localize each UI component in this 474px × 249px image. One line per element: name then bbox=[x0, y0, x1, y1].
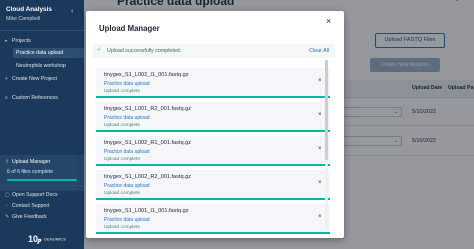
file-project-link[interactable]: Practice data upload bbox=[104, 149, 150, 155]
sidebar: Cloud Analysis Mike Campbell ‹ ▸ Projects… bbox=[0, 0, 84, 249]
file-card: tinygex_S1_L001_R2_001.fastq.gz Practice… bbox=[96, 102, 330, 132]
logo-suffix: GENOMICS bbox=[44, 237, 66, 242]
file-progress-bar bbox=[96, 96, 330, 98]
remove-file-icon[interactable]: × bbox=[318, 214, 322, 220]
upload-count: 6 of 6 files complete bbox=[7, 169, 54, 175]
upload-manager-text: Upload Manager bbox=[12, 159, 51, 165]
file-project-link[interactable]: Practice data upload bbox=[104, 115, 150, 121]
file-progress-bar bbox=[96, 198, 330, 200]
file-status: Upload complete bbox=[104, 191, 140, 196]
sidebar-item-create-new-project[interactable]: + Create New Project bbox=[5, 74, 57, 84]
file-name: tinygex_S1_L002_R1_001.fastq.gz bbox=[104, 140, 192, 146]
company-logo: 10𝆏 GENOMICS bbox=[28, 234, 66, 245]
logo-text: 10 bbox=[28, 234, 39, 244]
file-progress-bar bbox=[96, 232, 330, 234]
file-name: tinygex_S1_L002_I1_001.fastq.gz bbox=[104, 72, 189, 78]
sidebar-item-projects[interactable]: ▸ Projects bbox=[5, 36, 31, 46]
upload-manager-modal: Upload Manager × ✓ Upload successfully c… bbox=[86, 11, 344, 238]
feedback-icon: ✎ bbox=[5, 214, 10, 220]
clear-all-button[interactable]: Clear All bbox=[309, 48, 329, 54]
sidebar-item-label: Create New Project bbox=[12, 76, 57, 82]
file-project-link[interactable]: Practice data upload bbox=[104, 183, 150, 189]
remove-file-icon[interactable]: × bbox=[318, 112, 322, 118]
remove-file-icon[interactable]: × bbox=[318, 146, 322, 152]
sidebar-item-label: Contact Support bbox=[12, 203, 50, 209]
check-icon: ✓ bbox=[97, 47, 102, 53]
file-status: Upload complete bbox=[104, 157, 140, 162]
sidebar-item-give-feedback[interactable]: ✎ Give Feedback bbox=[5, 212, 47, 222]
file-name: tinygex_S1_L001_I1_001.fastq.gz bbox=[104, 208, 189, 214]
upload-manager-label: ⇪ Upload Manager bbox=[5, 159, 50, 165]
close-icon[interactable]: × bbox=[326, 16, 331, 26]
plus-icon: + bbox=[5, 76, 8, 82]
file-name: tinygex_S1_L002_R2_001.fastq.gz bbox=[104, 174, 192, 180]
sidebar-item-neutrophils-workshop[interactable]: Neutrophils workshop bbox=[16, 61, 66, 71]
collapse-icon[interactable]: ‹ bbox=[71, 8, 73, 15]
sidebar-divider bbox=[0, 30, 84, 31]
file-card: tinygex_S1_L002_I1_001.fastq.gz Practice… bbox=[96, 68, 330, 98]
sidebar-item-label: Custom References bbox=[12, 95, 58, 101]
upload-progress-bar bbox=[7, 179, 77, 181]
sidebar-item-contact-support[interactable]: ◌ Contact Support bbox=[5, 201, 50, 211]
upload-icon: ⇪ bbox=[5, 159, 10, 165]
remove-file-icon[interactable]: × bbox=[318, 180, 322, 186]
sidebar-header: Cloud Analysis Mike Campbell ‹ bbox=[0, 0, 84, 30]
modal-scrollbar[interactable] bbox=[325, 60, 328, 230]
app-title: Cloud Analysis bbox=[6, 6, 52, 13]
upload-progress-fill bbox=[7, 179, 77, 181]
file-card: tinygex_S1_L002_R2_001.fastq.gz Practice… bbox=[96, 170, 330, 200]
sidebar-item-custom-references[interactable]: ≡ Custom References bbox=[5, 93, 58, 103]
sidebar-item-label: Neutrophils workshop bbox=[16, 63, 66, 69]
upload-file-list: tinygex_S1_L002_I1_001.fastq.gz Practice… bbox=[93, 63, 337, 238]
file-project-link[interactable]: Practice data upload bbox=[104, 81, 150, 87]
sidebar-item-practice-data-upload[interactable]: Practice data upload bbox=[13, 48, 84, 58]
sidebar-item-label: Give Feedback bbox=[12, 214, 47, 220]
sidebar-item-label: Practice data upload bbox=[16, 50, 64, 56]
scrollbar-thumb[interactable] bbox=[325, 60, 328, 160]
file-card: tinygex_S1_L002_R1_001.fastq.gz Practice… bbox=[96, 136, 330, 166]
file-name: tinygex_S1_L001_R2_001.fastq.gz bbox=[104, 106, 192, 112]
file-status: Upload complete bbox=[104, 225, 140, 230]
docs-icon: ▢ bbox=[5, 192, 10, 198]
folder-icon: ▸ bbox=[5, 38, 8, 44]
modal-title: Upload Manager bbox=[99, 24, 160, 33]
reference-icon: ≡ bbox=[5, 95, 8, 101]
user-name: Mike Campbell bbox=[6, 16, 41, 22]
sidebar-item-label: Open Support Docs bbox=[12, 192, 58, 198]
file-card: tinygex_S1_L001_I1_001.fastq.gz Practice… bbox=[96, 204, 330, 234]
status-text: Upload successfully completed. bbox=[107, 48, 182, 54]
sidebar-item-open-support-docs[interactable]: ▢ Open Support Docs bbox=[5, 190, 58, 200]
sidebar-divider bbox=[0, 185, 84, 186]
file-progress-bar bbox=[96, 130, 330, 132]
upload-status-banner: ✓ Upload successfully completed. Clear A… bbox=[93, 44, 335, 58]
file-project-link[interactable]: Practice data upload bbox=[104, 217, 150, 223]
file-status: Upload complete bbox=[104, 123, 140, 128]
file-progress-bar bbox=[96, 164, 330, 166]
logo-mark: 𝆏 bbox=[38, 237, 42, 244]
remove-file-icon[interactable]: × bbox=[318, 78, 322, 84]
file-status: Upload complete bbox=[104, 89, 140, 94]
sidebar-item-label: Projects bbox=[12, 38, 31, 44]
support-icon: ◌ bbox=[5, 203, 8, 209]
